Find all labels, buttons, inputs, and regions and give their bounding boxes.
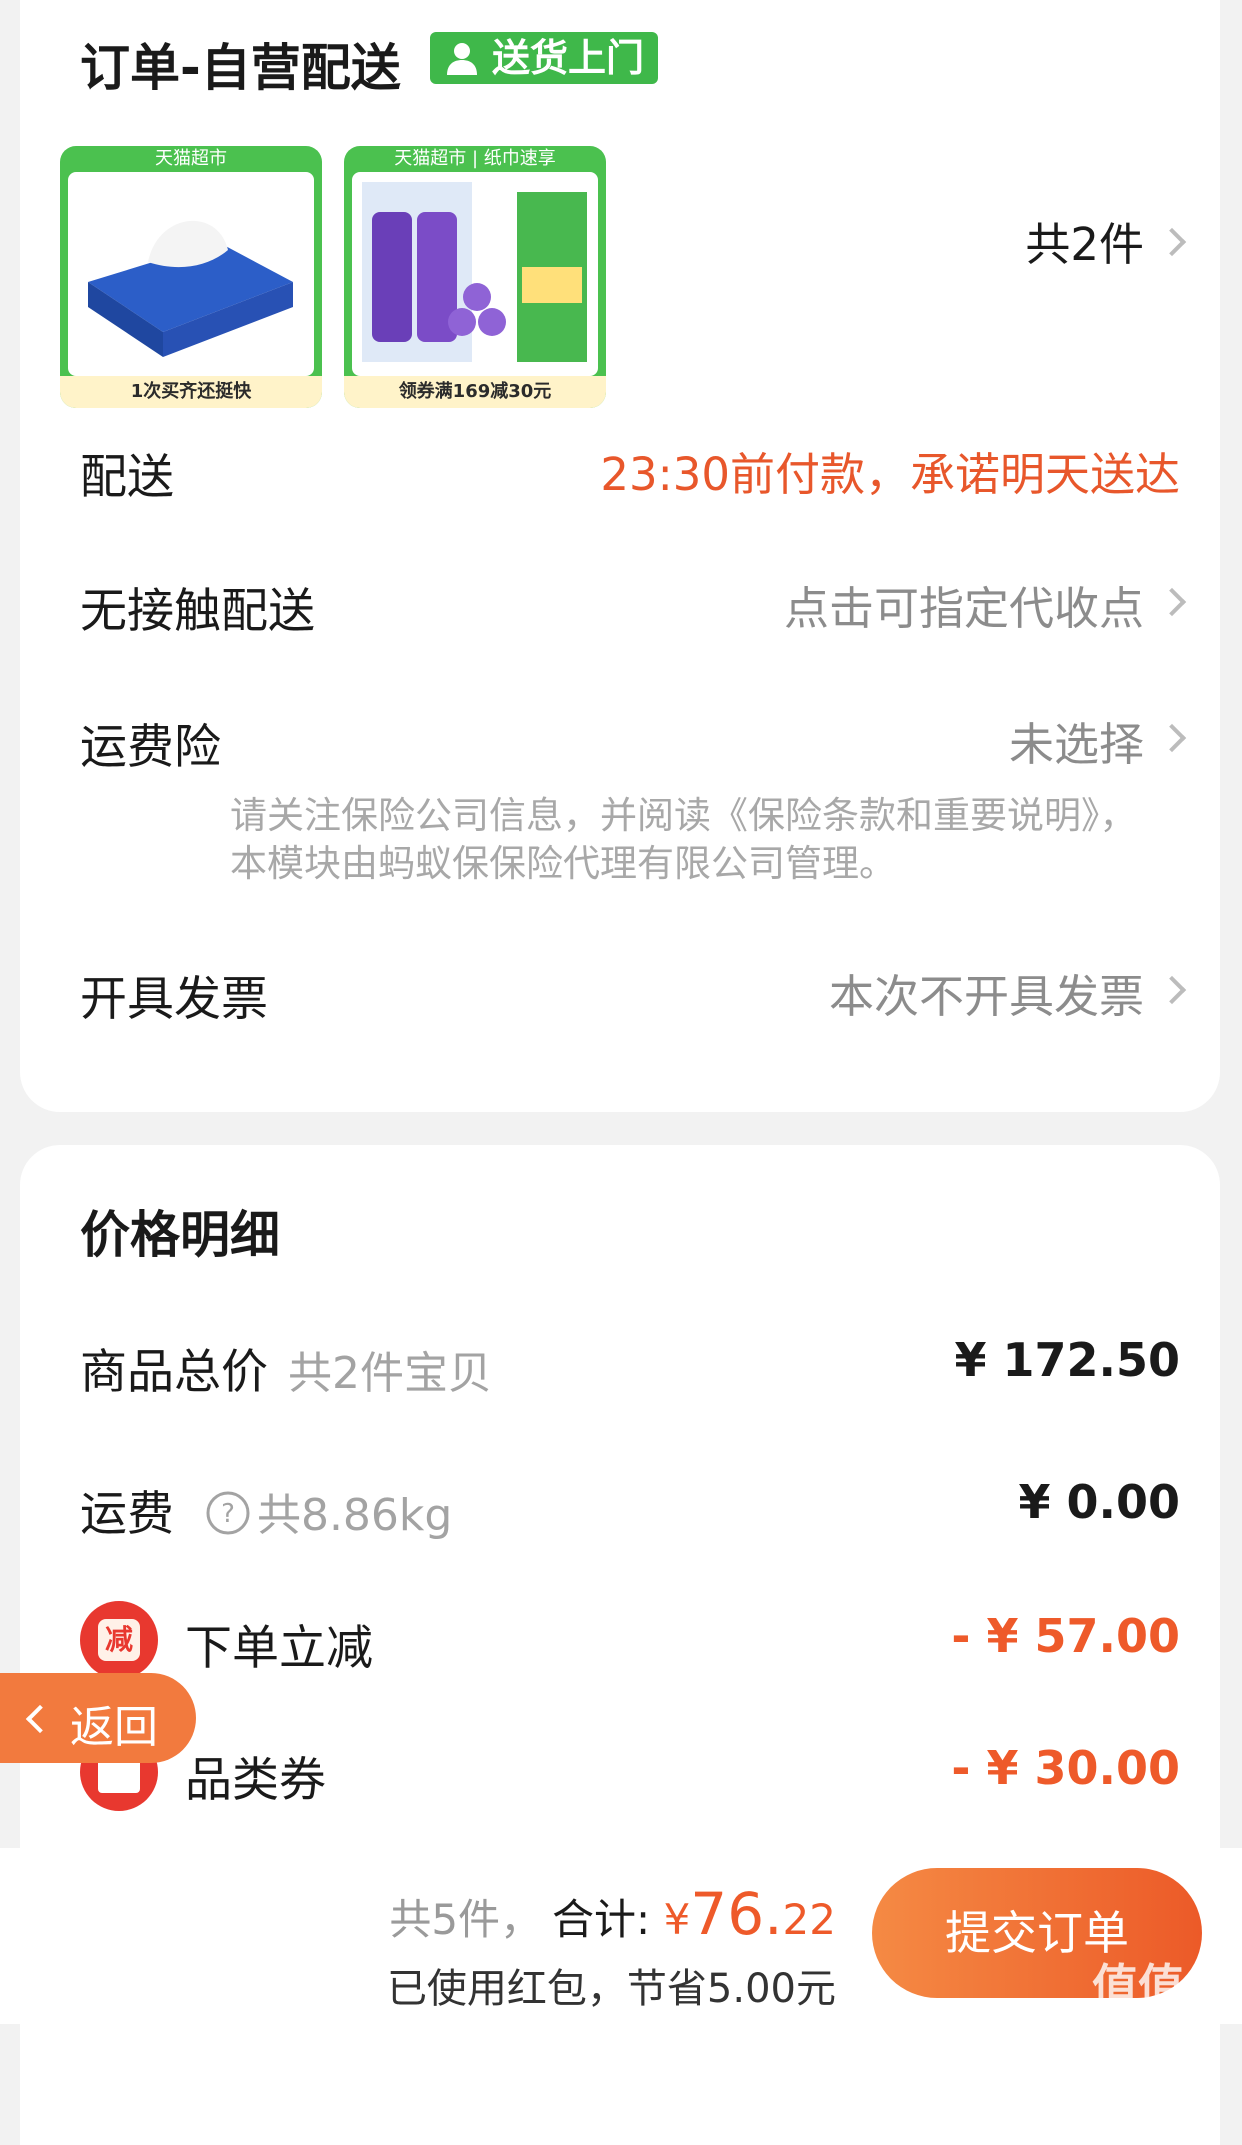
back-label: 返回 (70, 1702, 158, 1753)
item-count[interactable]: 共2件 (1025, 208, 1144, 273)
delivery-promise: 23:30前付款，承诺明天送达 (600, 448, 1180, 501)
shipping-note: 共8.86kg (256, 1490, 453, 1541)
checkout-bar: 共5件， 合计: ¥76.22 已使用红包，节省5.00元 提交订单 值值值 (0, 1848, 1242, 2024)
shipping-label: 运费 (80, 1487, 174, 1542)
shipping-row: 运费 ? 共8.86kg (80, 1475, 452, 1544)
product-image (352, 172, 598, 376)
thumb-store-label: 天猫超市 (155, 148, 227, 169)
order-card: 订单-自营配送 送货上门 天猫超市 1次买齐还挺快 天猫超市 | 纸巾速享 领券… (20, 0, 1220, 1112)
currency-symbol: ¥ (663, 1895, 691, 1944)
category-coupon-label: 品类券 (185, 1753, 326, 1808)
instant-discount-label: 下单立减 (185, 1621, 373, 1676)
invoice-label: 开具发票 (80, 972, 268, 1027)
thumb-caption: 领券满169减30元 (344, 376, 606, 408)
product-thumbnail[interactable]: 天猫超市 1次买齐还挺快 (60, 146, 322, 408)
goods-total-amount: ¥ 172.50 (954, 1333, 1180, 1387)
total-decimal: 22 (782, 1895, 836, 1944)
goods-total-label: 商品总价 (80, 1345, 268, 1400)
order-title: 订单-自营配送 (80, 39, 401, 97)
contactless-value[interactable]: 点击可指定代收点 (784, 572, 1144, 637)
invoice-value[interactable]: 本次不开具发票 (829, 960, 1144, 1025)
total-label: 合计: (552, 1895, 651, 1944)
thumb-caption: 1次买齐还挺快 (60, 376, 322, 408)
shipping-amount: ¥ 0.00 (1018, 1475, 1180, 1529)
discount-icon-text: 减 (98, 1619, 140, 1661)
goods-total-row: 商品总价 共2件宝贝 (80, 1333, 492, 1402)
chevron-left-icon (25, 1704, 55, 1734)
question-icon[interactable]: ? (205, 1490, 251, 1536)
chevron-right-icon[interactable] (1157, 227, 1187, 257)
chevron-right-icon[interactable] (1157, 975, 1187, 1005)
tissue-box-image (88, 220, 293, 357)
savings-note: 已使用红包，节省5.00元 (386, 1966, 836, 2012)
person-icon (447, 43, 477, 75)
total-integer: 76. (690, 1880, 783, 1948)
chevron-right-icon[interactable] (1157, 587, 1187, 617)
product-thumbnail[interactable]: 天猫超市 | 纸巾速享 领券满169减30元 (344, 146, 606, 408)
instant-discount-amount: - ¥ 57.00 (951, 1609, 1180, 1663)
svg-text:?: ? (221, 1499, 235, 1529)
toilet-paper-image (362, 182, 587, 362)
order-summary: 共5件， 合计: ¥76.22 (389, 1880, 836, 1948)
insurance-note: 请关注保险公司信息，并阅读《保险条款和重要说明》，本模块由蚂蚁保保险代理有限公司… (230, 794, 1137, 885)
category-coupon-amount: - ¥ 30.00 (951, 1741, 1180, 1795)
contactless-label: 无接触配送 (80, 584, 315, 639)
watermark: 值值值 (1092, 1959, 1230, 2013)
delivery-badge-label: 送货上门 (492, 36, 645, 80)
goods-total-note: 共2件宝贝 (288, 1348, 492, 1399)
insurance-label: 运费险 (80, 720, 221, 775)
delivery-badge: 送货上门 (430, 32, 659, 84)
insurance-value[interactable]: 未选择 (1009, 708, 1144, 773)
total-count: 共5件， (389, 1895, 543, 1944)
discount-icon: 减 (80, 1601, 158, 1679)
thumb-store-label: 天猫超市 | 纸巾速享 (394, 148, 556, 169)
chevron-right-icon[interactable] (1157, 723, 1187, 753)
delivery-label: 配送 (80, 450, 174, 505)
product-image (68, 172, 314, 376)
back-button[interactable]: 返回 (0, 1673, 196, 1763)
price-section-title: 价格明细 (80, 1206, 280, 1264)
